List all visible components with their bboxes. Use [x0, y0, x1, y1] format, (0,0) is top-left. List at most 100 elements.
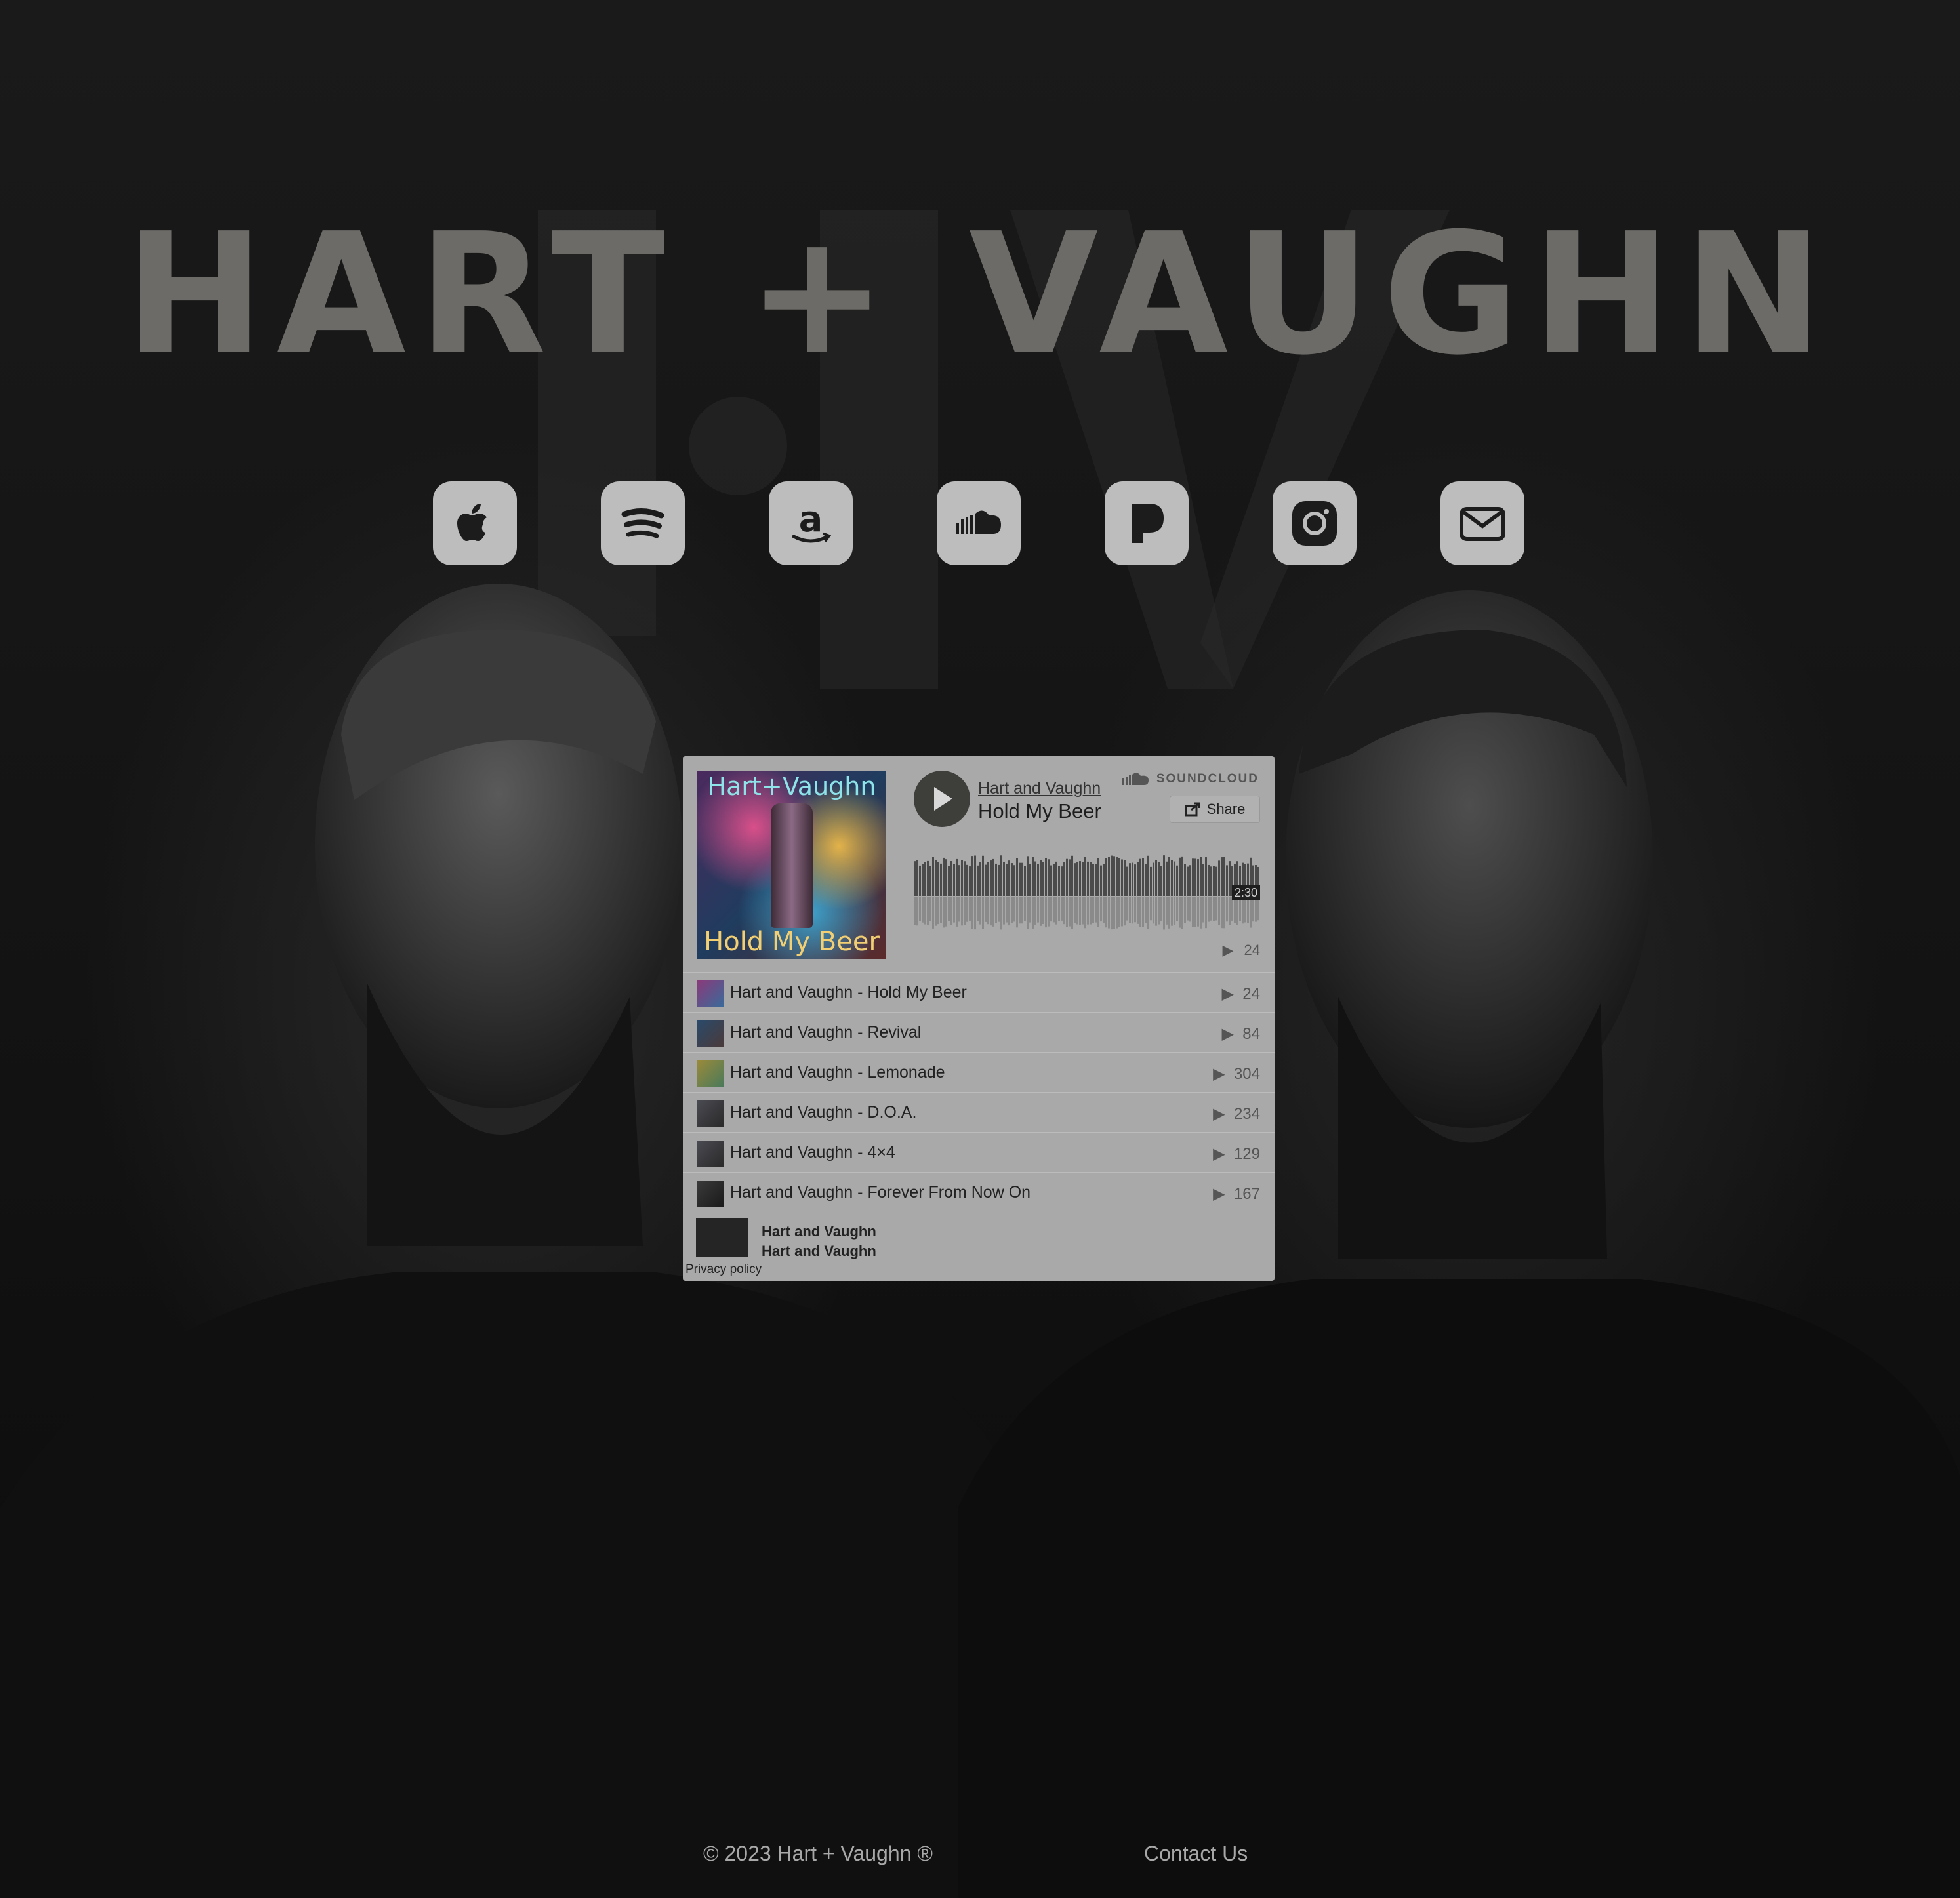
instagram-link[interactable] — [1273, 481, 1357, 565]
waveform-reflection-bar — [1024, 897, 1026, 921]
waveform-bar — [1221, 857, 1223, 896]
play-count: ▶ 24 — [1222, 942, 1260, 959]
track-thumbnail — [697, 980, 724, 1007]
waveform-reflection-bar — [1147, 897, 1149, 929]
waveform-reflection-bar — [943, 897, 945, 928]
waveform-reflection-bar — [1074, 897, 1076, 923]
apple-music-link[interactable] — [433, 481, 517, 565]
waveform-bar — [1071, 855, 1073, 896]
track-row[interactable]: Hart and Vaughn - Hold My Beer ▶ 24 — [683, 972, 1275, 1012]
soundcloud-link[interactable] — [937, 481, 1021, 565]
waveform-bar — [1192, 858, 1194, 896]
waveform-reflection-bar — [1000, 897, 1002, 930]
artwork-bottom-text: Hold My Beer — [704, 927, 880, 957]
spotify-link[interactable] — [601, 481, 685, 565]
waveform-bar — [927, 860, 929, 896]
privacy-policy-link[interactable]: Privacy policy — [685, 1262, 762, 1277]
waveform-reflection-bar — [914, 897, 916, 925]
waveform-reflection-bar — [1069, 897, 1071, 927]
waveform-reflection-bar — [1048, 897, 1050, 927]
amazon-music-link[interactable]: a — [769, 481, 853, 565]
waveform-bar — [982, 855, 984, 896]
track-row[interactable]: Hart and Vaughn - Forever From Now On ▶ … — [683, 1172, 1275, 1212]
waveform-bar — [1155, 860, 1157, 896]
waveform-bar — [1171, 860, 1173, 896]
track-row-plays-value: 24 — [1242, 985, 1260, 1003]
waveform-bar — [932, 857, 934, 896]
waveform-reflection-bar — [1111, 897, 1113, 930]
waveform-reflection-bar — [1103, 897, 1105, 923]
track-row[interactable]: Hart and Vaughn - Revival ▶ 84 — [683, 1012, 1275, 1052]
waveform-bar — [1011, 863, 1013, 896]
track-artwork[interactable]: Hart+Vaughn Hold My Beer — [697, 771, 886, 959]
waveform-bar — [1134, 864, 1136, 896]
waveform-bar — [966, 864, 968, 896]
waveform-bar — [950, 861, 952, 896]
waveform-bar — [1202, 864, 1204, 896]
waveform-reflection-bar — [1021, 897, 1023, 924]
waveform-bar — [1132, 862, 1133, 896]
track-list: Hart and Vaughn - Hold My Beer ▶ 24 Hart… — [683, 972, 1275, 1212]
user-name[interactable]: Hart and Vaughn — [762, 1223, 876, 1240]
waveform-bar — [971, 856, 973, 896]
waveform-bar — [1061, 866, 1063, 896]
waveform-reflection-bar — [1045, 897, 1047, 928]
waveform-reflection-bar — [937, 897, 939, 925]
waveform-reflection-bar — [1179, 897, 1181, 928]
waveform-reflection-bar — [916, 897, 918, 926]
waveform-reflection-bar — [1066, 897, 1068, 927]
waveform-reflection-bar — [956, 897, 958, 927]
pandora-link[interactable] — [1105, 481, 1189, 565]
waveform-bar — [1118, 858, 1120, 896]
waveform-reflection-bar — [1242, 897, 1244, 924]
waveform-bar — [1013, 865, 1015, 896]
waveform-reflection-bar — [1087, 897, 1089, 925]
track-row[interactable]: Hart and Vaughn - D.O.A. ▶ 234 — [683, 1092, 1275, 1132]
user-avatar[interactable] — [696, 1218, 748, 1257]
waveform-reflection-bar — [1006, 897, 1008, 923]
email-link[interactable] — [1440, 481, 1524, 565]
waveform-bar — [1076, 862, 1078, 896]
artist-link[interactable]: Hart and Vaughn — [978, 779, 1101, 798]
waveform-bar — [1079, 861, 1081, 896]
track-row[interactable]: Hart and Vaughn - 4×4 ▶ 129 — [683, 1132, 1275, 1172]
waveform-reflection-bar — [1053, 897, 1055, 923]
waveform-reflection-bar — [1016, 897, 1018, 928]
waveform-bar — [974, 855, 976, 896]
pandora-icon — [1132, 504, 1164, 543]
current-track-title: Hold My Beer — [978, 799, 1101, 822]
waveform-bar — [1174, 861, 1175, 896]
waveform-bar — [1019, 862, 1021, 896]
waveform-bar — [1105, 858, 1107, 896]
waveform-reflection-bar — [1132, 897, 1133, 924]
track-row-title: Hart and Vaughn - 4×4 — [730, 1143, 895, 1161]
waveform-reflection-bar — [1003, 897, 1005, 925]
waveform[interactable] — [914, 845, 1261, 931]
waveform-bar — [1226, 865, 1228, 896]
mail-icon — [1460, 507, 1505, 541]
waveform-bar — [919, 865, 921, 896]
waveform-reflection-bar — [958, 897, 960, 922]
user-subname[interactable]: Hart and Vaughn — [762, 1243, 876, 1260]
soundcloud-brand[interactable]: SOUNDCLOUD — [1122, 772, 1259, 786]
track-row-title: Hart and Vaughn - Revival — [730, 1023, 922, 1041]
waveform-bar — [935, 860, 937, 896]
waveform-bar — [1147, 855, 1149, 896]
track-row[interactable]: Hart and Vaughn - Lemonade ▶ 304 — [683, 1052, 1275, 1092]
waveform-bar — [1124, 860, 1126, 896]
waveform-bar — [1045, 858, 1047, 896]
site-logo[interactable]: HART + VAUGHN — [0, 197, 1960, 394]
play-count-value: 24 — [1244, 942, 1260, 958]
waveform-reflection-bar — [1079, 897, 1081, 925]
waveform-reflection-bar — [1108, 897, 1110, 929]
waveform-bar — [1137, 862, 1139, 896]
contact-link[interactable]: Contact Us — [1144, 1842, 1248, 1866]
share-button[interactable]: Share — [1170, 796, 1260, 823]
waveform-bar — [945, 859, 947, 896]
waveform-reflection-bar — [1171, 897, 1173, 926]
waveform-reflection-bar — [1218, 897, 1220, 925]
play-button[interactable] — [914, 771, 970, 827]
track-row-plays: ▶ 304 — [1213, 1065, 1260, 1083]
waveform-reflection-bar — [1118, 897, 1120, 927]
waveform-reflection-bar — [1092, 897, 1094, 923]
